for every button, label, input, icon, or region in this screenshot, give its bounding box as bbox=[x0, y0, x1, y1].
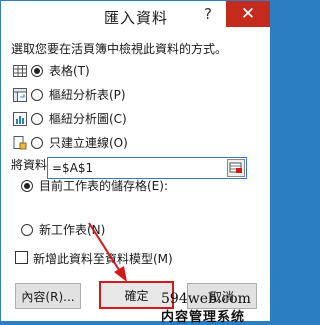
import-data-dialog: 匯入資料 ? ✕ 選取您要在活頁簿中檢視此資料的方式。 表格(T) 樞紐分析表(… bbox=[0, 0, 271, 325]
watermark-url: 594web.com bbox=[161, 291, 251, 307]
watermark-text: 内容管理系统 bbox=[161, 310, 246, 325]
annotation-arrow bbox=[88, 222, 127, 282]
